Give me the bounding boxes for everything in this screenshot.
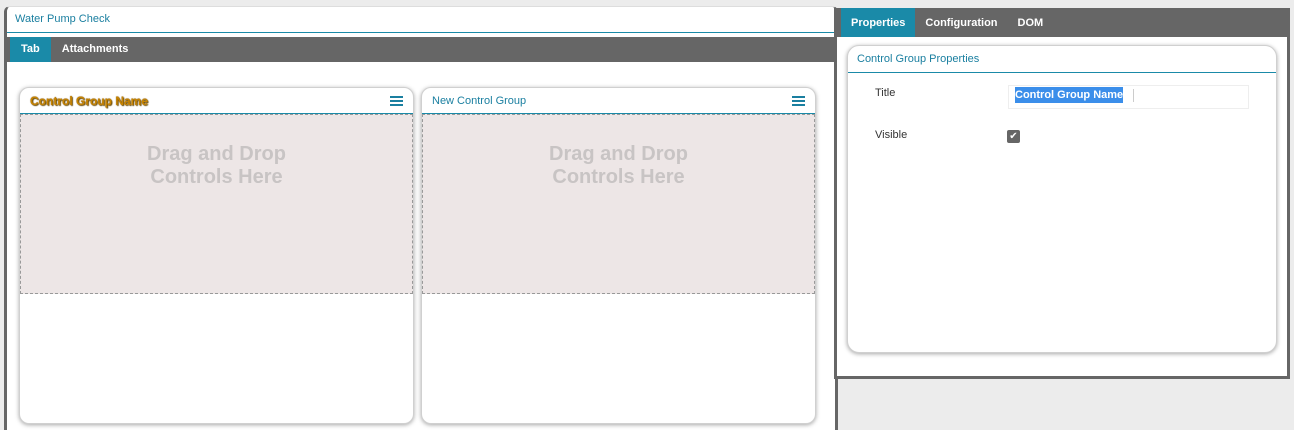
tab-tab[interactable]: Tab <box>10 37 51 62</box>
visible-checkbox[interactable]: ✔ <box>1007 130 1020 143</box>
title-input[interactable]: Control Group Name <box>1008 85 1249 109</box>
drop-zone[interactable]: Drag and Drop Controls Here <box>20 114 413 294</box>
control-group-header[interactable]: New Control Group <box>422 88 815 114</box>
visible-label: Visible <box>875 129 908 141</box>
form-tab-strip: Tab Attachments <box>7 37 835 62</box>
control-group-title[interactable]: Control Group Name <box>30 94 148 108</box>
control-group-card[interactable]: Control Group Name Drag and Drop Control… <box>19 87 414 424</box>
drop-zone-text-line2: Controls Here <box>150 166 283 188</box>
control-group-header[interactable]: Control Group Name <box>20 88 413 114</box>
drop-zone-text-line1: Drag and Drop <box>147 143 286 165</box>
tab-properties[interactable]: Properties <box>841 8 916 37</box>
control-group-title[interactable]: New Control Group <box>432 95 526 107</box>
tab-dom[interactable]: DOM <box>1008 8 1054 37</box>
form-canvas: Control Group Name Drag and Drop Control… <box>7 63 835 430</box>
properties-panel: Properties Configuration DOM Control Gro… <box>834 8 1290 379</box>
title-label: Title <box>875 87 896 99</box>
drop-zone-text-line1: Drag and Drop <box>549 143 688 165</box>
properties-section-title: Control Group Properties <box>848 46 1276 73</box>
hamburger-menu-icon[interactable] <box>792 95 805 106</box>
form-designer-window: Water Pump Check Tab Attachments Control… <box>4 6 838 430</box>
properties-tab-strip: Properties Configuration DOM <box>837 8 1287 37</box>
tab-attachments[interactable]: Attachments <box>51 37 140 62</box>
text-caret <box>1133 89 1135 102</box>
drop-zone-text-line2: Controls Here <box>552 166 685 188</box>
control-group-properties-card: Control Group Properties Title Control G… <box>847 45 1277 353</box>
hamburger-menu-icon[interactable] <box>390 95 403 106</box>
properties-body: Control Group Properties Title Control G… <box>837 37 1287 376</box>
control-group-card[interactable]: New Control Group Drag and Drop Controls… <box>421 87 816 424</box>
tab-configuration[interactable]: Configuration <box>915 8 1007 37</box>
form-title: Water Pump Check <box>7 7 835 33</box>
title-input-value[interactable]: Control Group Name <box>1015 87 1124 104</box>
drop-zone[interactable]: Drag and Drop Controls Here <box>422 114 815 294</box>
